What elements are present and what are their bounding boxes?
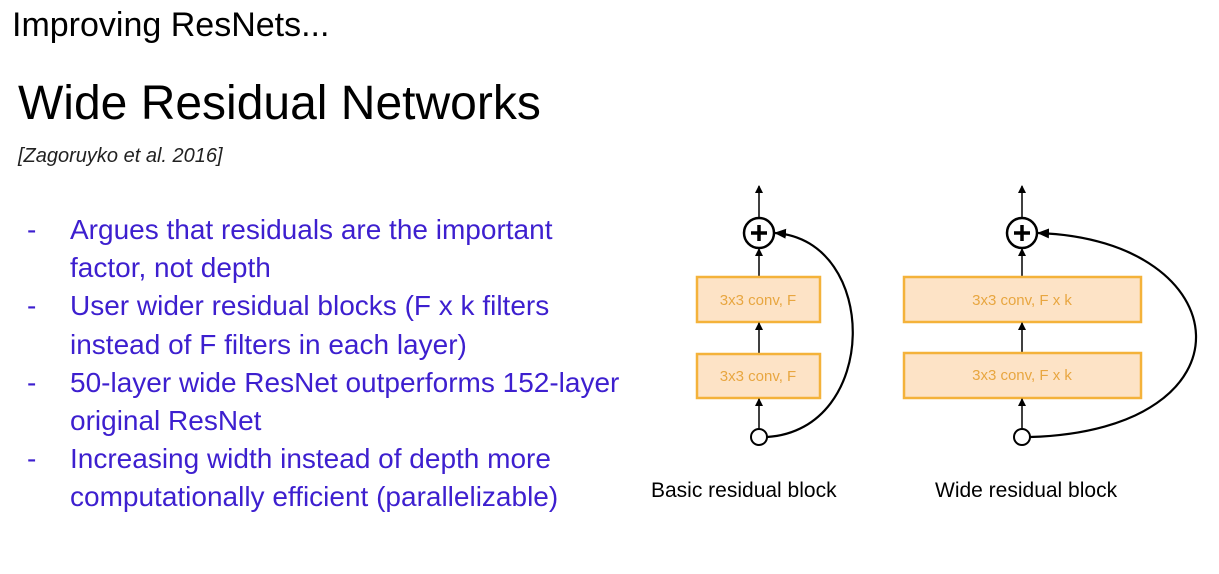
input-node — [750, 428, 768, 446]
conv-layer-label: 3x3 conv, F x k — [972, 367, 1072, 384]
input-node — [1013, 428, 1031, 446]
conv-layer-label: 3x3 conv, F x k — [972, 292, 1072, 309]
slide: Improving ResNets... Wide Residual Netwo… — [0, 0, 1219, 574]
basic-residual-block: 3x3 conv, F 3x3 conv, F — [695, 185, 854, 446]
skip-connection — [766, 228, 854, 439]
skip-connection — [1029, 228, 1198, 439]
wide-residual-block: 3x3 conv, F x k 3x3 conv, F x k — [902, 185, 1198, 446]
basic-block-label: Basic residual block — [651, 479, 837, 502]
conv-layer-label: 3x3 conv, F — [720, 292, 796, 309]
wide-block-label: Wide residual block — [935, 479, 1118, 502]
conv-layer-label: 3x3 conv, F — [720, 368, 796, 385]
